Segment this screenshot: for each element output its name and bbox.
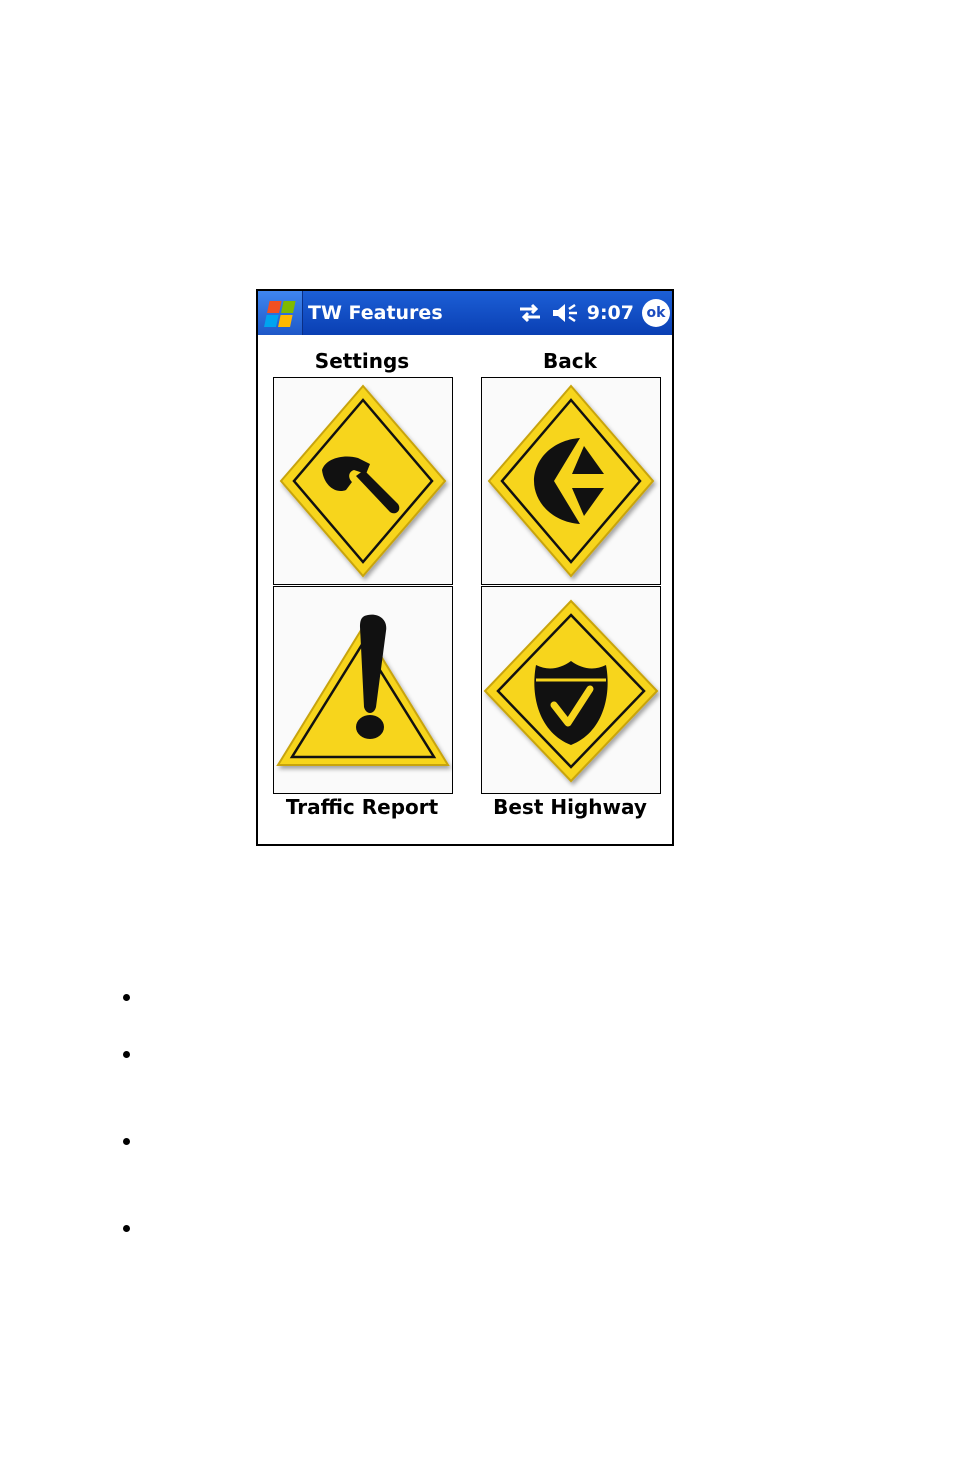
traffic-report-button[interactable]: [273, 586, 453, 794]
list-bullet: [123, 1225, 130, 1232]
highway-shield-check-icon: [483, 599, 659, 783]
best-highway-button[interactable]: [481, 586, 661, 794]
traffic-report-label: Traffic Report: [285, 795, 439, 819]
back-arrow-icon: [487, 384, 655, 578]
title-bar: TW Features 9:07 ok: [258, 291, 672, 335]
best-highway-label: Best Highway: [493, 795, 647, 819]
settings-button[interactable]: [273, 377, 453, 585]
settings-label: Settings: [314, 349, 410, 373]
ok-button[interactable]: ok: [642, 299, 670, 327]
clock[interactable]: 9:07: [587, 302, 634, 324]
warning-exclamation-icon: [276, 614, 450, 766]
speaker-muted-icon[interactable]: [551, 301, 579, 325]
list-bullet: [123, 1051, 130, 1058]
hammer-icon: [279, 384, 447, 578]
list-bullet: [123, 1138, 130, 1145]
window-title: TW Features: [308, 302, 443, 324]
connectivity-icon[interactable]: [517, 301, 543, 325]
start-button[interactable]: [258, 291, 303, 335]
system-tray: 9:07 ok: [517, 298, 670, 328]
pocket-pc-window: TW Features 9:07 ok Settings Back Traffi…: [256, 289, 674, 846]
windows-flag-icon: [264, 301, 296, 327]
back-label: Back: [543, 349, 597, 373]
list-bullet: [123, 994, 130, 1001]
back-button[interactable]: [481, 377, 661, 585]
